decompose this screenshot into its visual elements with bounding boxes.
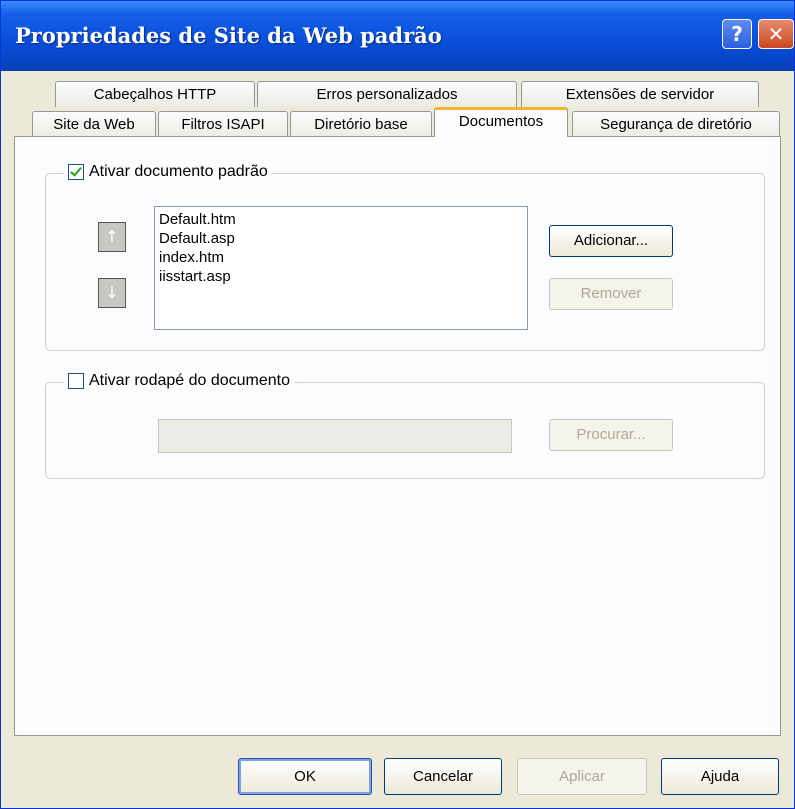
tab-extensoes-de-servidor[interactable]: Extensões de servidor — [521, 81, 759, 107]
list-item[interactable]: Default.asp — [159, 229, 523, 248]
tab-documentos[interactable]: Documentos — [434, 107, 568, 137]
default-document-checkbox[interactable] — [68, 164, 84, 180]
remove-button[interactable]: Remover — [549, 278, 673, 310]
move-up-button[interactable]: ↑ — [98, 222, 126, 252]
ok-button[interactable]: OK — [238, 758, 372, 795]
tab-site-da-web[interactable]: Site da Web — [32, 111, 156, 137]
document-footer-group: Ativar rodapé do documento Procurar... — [45, 372, 765, 479]
default-document-label[interactable]: Ativar documento padrão — [89, 163, 268, 181]
tab-erros-personalizados[interactable]: Erros personalizados — [257, 81, 517, 107]
document-footer-legend: Ativar rodapé do documento — [64, 372, 295, 390]
tab-seguranca-de-diretorio[interactable]: Segurança de diretório — [572, 111, 780, 137]
footer-path-field[interactable] — [158, 419, 512, 453]
apply-button[interactable]: Aplicar — [517, 758, 647, 795]
browse-button[interactable]: Procurar... — [549, 419, 673, 451]
cancel-button[interactable]: Cancelar — [384, 758, 502, 795]
default-documents-list[interactable]: Default.htm Default.asp index.htm iissta… — [154, 206, 528, 330]
list-item[interactable]: index.htm — [159, 248, 523, 267]
document-footer-label[interactable]: Ativar rodapé do documento — [89, 372, 290, 390]
tab-panel-documentos: Ativar documento padrão ↑ ↓ Default.htm … — [14, 136, 781, 736]
list-item[interactable]: iisstart.asp — [159, 267, 523, 286]
tab-cabecalhos-http[interactable]: Cabeçalhos HTTP — [55, 81, 255, 107]
tab-filtros-isapi[interactable]: Filtros ISAPI — [158, 111, 288, 137]
title-bar[interactable]: Propriedades de Site da Web padrão ? ✕ — [1, 1, 794, 71]
add-button[interactable]: Adicionar... — [549, 225, 673, 257]
window-title: Propriedades de Site da Web padrão — [15, 23, 442, 48]
document-footer-checkbox[interactable] — [68, 373, 84, 389]
close-icon[interactable]: ✕ — [758, 19, 794, 49]
help-button[interactable]: Ajuda — [661, 758, 779, 795]
list-item[interactable]: Default.htm — [159, 210, 523, 229]
move-down-button[interactable]: ↓ — [98, 278, 126, 308]
default-document-legend: Ativar documento padrão — [64, 163, 272, 181]
properties-dialog: Propriedades de Site da Web padrão ? ✕ C… — [0, 0, 795, 809]
default-document-group: Ativar documento padrão ↑ ↓ Default.htm … — [45, 163, 765, 351]
tab-diretorio-base[interactable]: Diretório base — [290, 111, 432, 137]
help-icon[interactable]: ? — [722, 19, 752, 49]
